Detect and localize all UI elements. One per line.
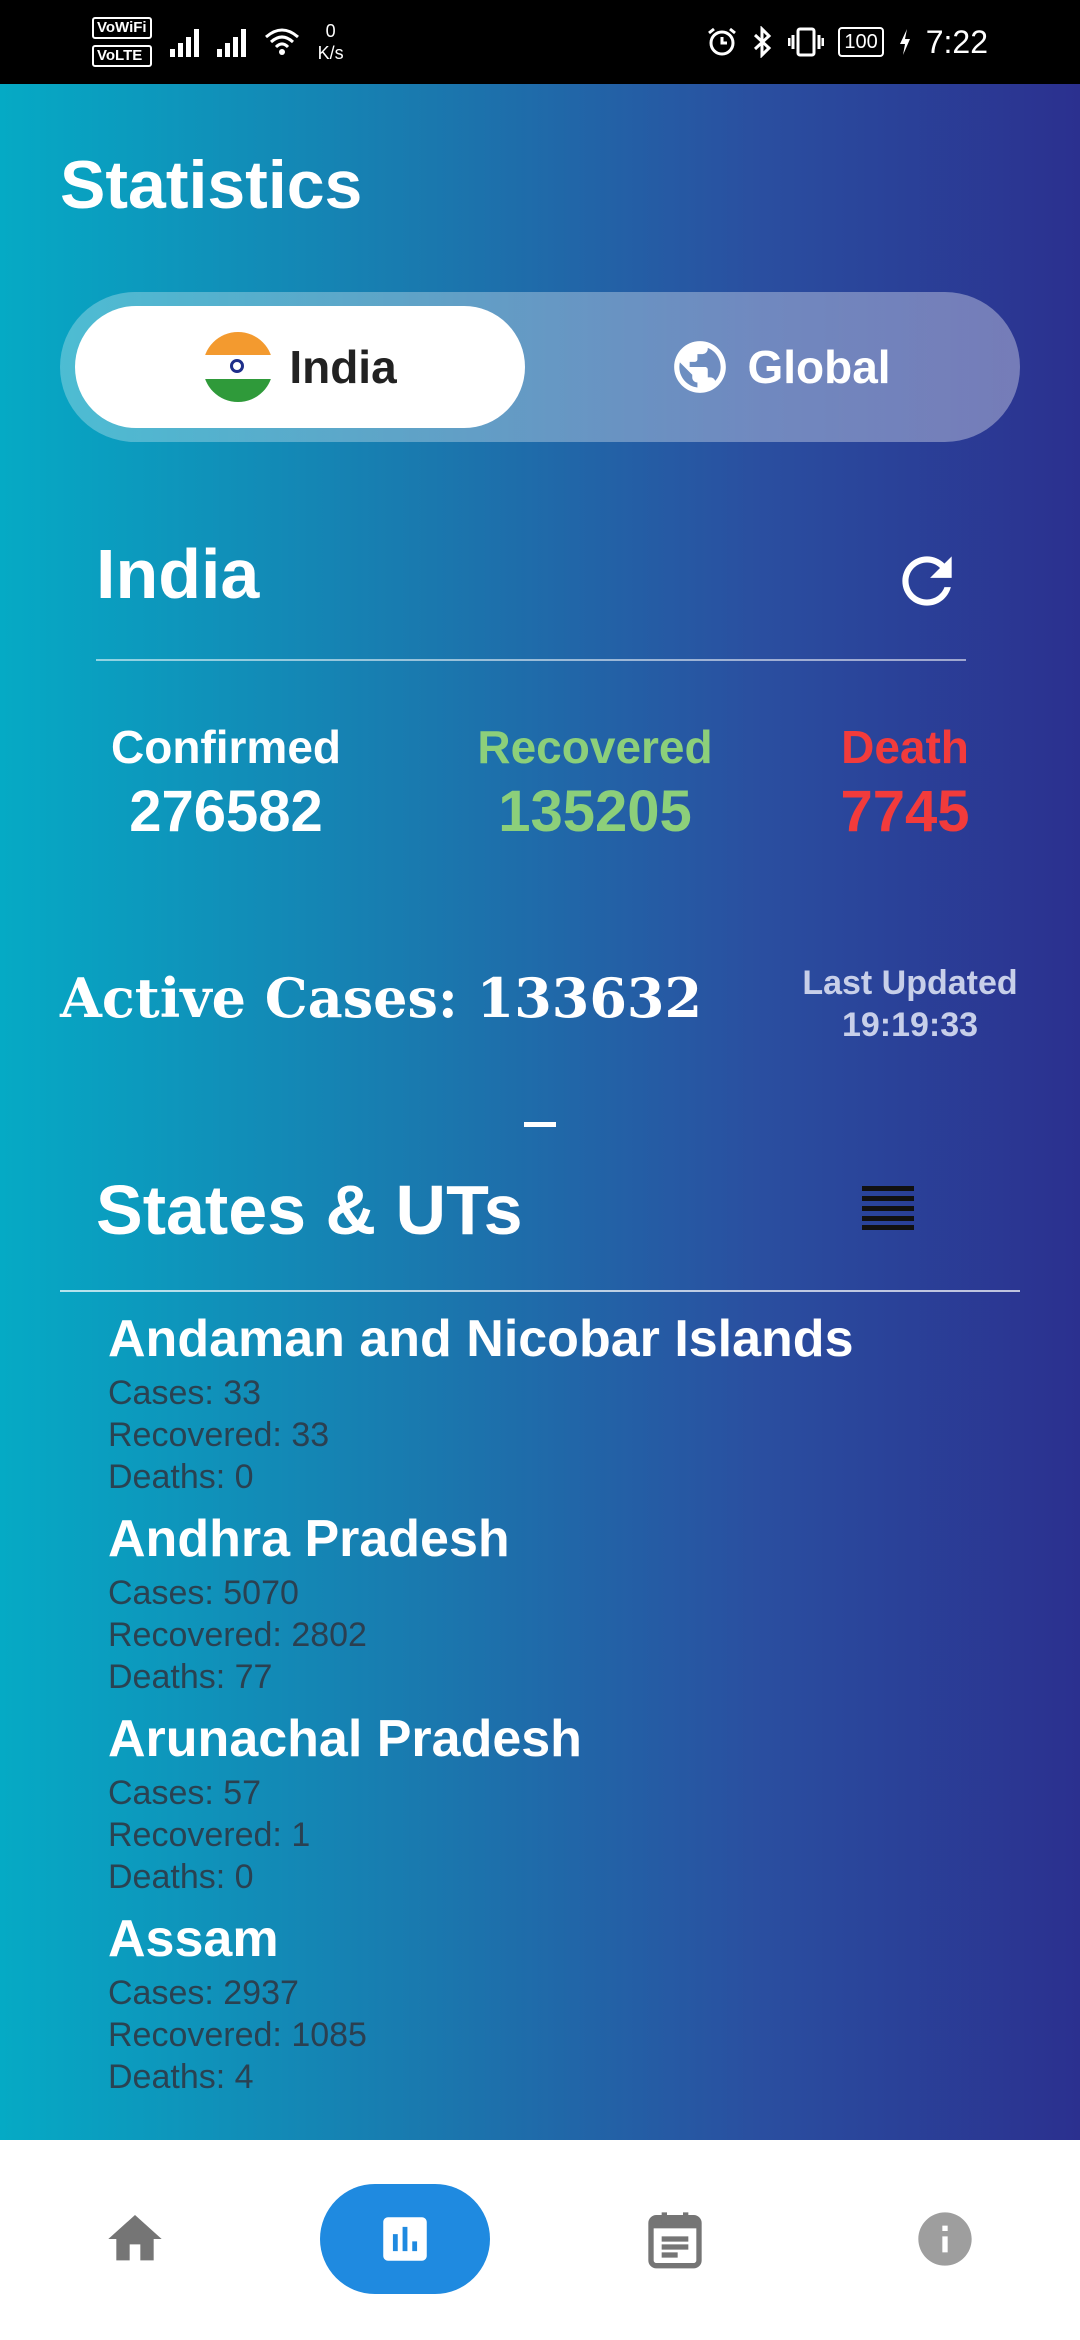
charging-icon: [899, 29, 910, 55]
network-speed-value: 0: [325, 21, 336, 41]
bar-chart-icon: [383, 2217, 427, 2261]
nav-news[interactable]: [620, 2184, 730, 2294]
last-updated-label: Last Updated: [802, 964, 1018, 1002]
signal-icon-2: [216, 27, 246, 57]
region-option-label: Global: [747, 341, 891, 393]
summary-divider: [96, 659, 966, 661]
states-divider: [60, 1290, 1020, 1292]
bluetooth-icon: [754, 26, 772, 58]
network-speed: 0 K/s: [318, 20, 344, 64]
state-deaths: Deaths: 0: [108, 1858, 254, 1896]
confirmed-value: 276582: [129, 779, 323, 844]
death-label: Death: [841, 721, 969, 773]
nav-info[interactable]: [890, 2184, 1000, 2294]
globe-icon: [674, 341, 727, 393]
death-stat: Death 7745: [820, 720, 990, 845]
state-recovered: Recovered: 2802: [108, 1616, 367, 1654]
state-recovered: Recovered: 1085: [108, 2016, 367, 2054]
status-bar: VoWiFi VoLTE 0 K/s 100 7:22: [0, 0, 1080, 84]
confirmed-stat: Confirmed 276582: [96, 720, 356, 845]
state-item[interactable]: Assam Cases: 2937 Recovered: 1085 Deaths…: [108, 1906, 1008, 2098]
state-item[interactable]: Andaman and Nicobar Islands Cases: 33 Re…: [108, 1306, 1008, 1498]
region-option-india[interactable]: India: [75, 306, 525, 428]
death-value: 7745: [840, 779, 970, 844]
list-menu-icon[interactable]: [862, 1186, 914, 1230]
vowifi-tag: VoWiFi: [92, 17, 152, 39]
nav-statistics[interactable]: [320, 2184, 490, 2294]
volte-tag: VoLTE: [92, 45, 152, 67]
state-recovered: Recovered: 1: [108, 1816, 311, 1854]
state-cases: Cases: 5070: [108, 1574, 299, 1612]
state-cases: Cases: 57: [108, 1774, 262, 1812]
nav-home[interactable]: [80, 2184, 190, 2294]
state-name: Arunachal Pradesh: [108, 1710, 582, 1768]
state-item[interactable]: Andhra Pradesh Cases: 5070 Recovered: 28…: [108, 1506, 1008, 1698]
recovered-stat: Recovered 135205: [460, 720, 730, 845]
last-updated-time: 19:19:33: [841, 1006, 979, 1044]
vibrate-icon: [788, 27, 825, 57]
state-cases: Cases: 2937: [108, 1974, 299, 2012]
region-option-global[interactable]: Global: [555, 306, 1005, 428]
states-list: Andaman and Nicobar Islands Cases: 33 Re…: [108, 1306, 1008, 2106]
state-deaths: Deaths: 0: [108, 1458, 254, 1496]
clock: 7:22: [925, 23, 988, 60]
india-flag-icon: [203, 332, 274, 402]
active-cases: Active Cases: 133632: [60, 966, 703, 1030]
state-name: Andaman and Nicobar Islands: [108, 1310, 854, 1368]
recovered-value: 135205: [498, 779, 692, 844]
alarm-icon: [708, 27, 737, 56]
confirmed-label: Confirmed: [111, 721, 341, 773]
wifi-icon: [264, 28, 299, 55]
recovered-label: Recovered: [477, 721, 713, 773]
battery-indicator: 100: [838, 27, 884, 57]
status-left: VoWiFi VoLTE 0 K/s: [92, 12, 344, 72]
drag-handle: [524, 1122, 556, 1127]
region-toggle: India Global: [60, 292, 1020, 442]
state-recovered: Recovered: 33: [108, 1416, 330, 1454]
calendar-news-icon: [648, 2212, 702, 2269]
state-name: Assam: [108, 1910, 279, 1968]
signal-icon: [169, 27, 199, 57]
home-icon: [108, 2215, 162, 2261]
info-icon: [918, 2212, 972, 2266]
status-right: 100 7:22: [706, 14, 988, 70]
last-updated: Last Updated 19:19:33: [790, 962, 1030, 1046]
country-title: India: [96, 535, 260, 613]
main-content: Statistics India Global India Confirmed …: [0, 84, 1080, 2140]
sim-indicators: VoWiFi VoLTE: [92, 14, 152, 70]
refresh-icon[interactable]: [890, 544, 964, 618]
state-name: Andhra Pradesh: [108, 1510, 510, 1568]
network-speed-unit: K/s: [317, 43, 344, 63]
state-deaths: Deaths: 4: [108, 2058, 254, 2096]
state-cases: Cases: 33: [108, 1374, 262, 1412]
region-option-label: India: [289, 341, 397, 393]
page-title: Statistics: [60, 147, 363, 223]
bottom-navigation: [0, 2140, 1080, 2340]
state-item[interactable]: Arunachal Pradesh Cases: 57 Recovered: 1…: [108, 1706, 1008, 1898]
states-title: States & UTs: [96, 1171, 523, 1249]
state-deaths: Deaths: 77: [108, 1658, 273, 1696]
